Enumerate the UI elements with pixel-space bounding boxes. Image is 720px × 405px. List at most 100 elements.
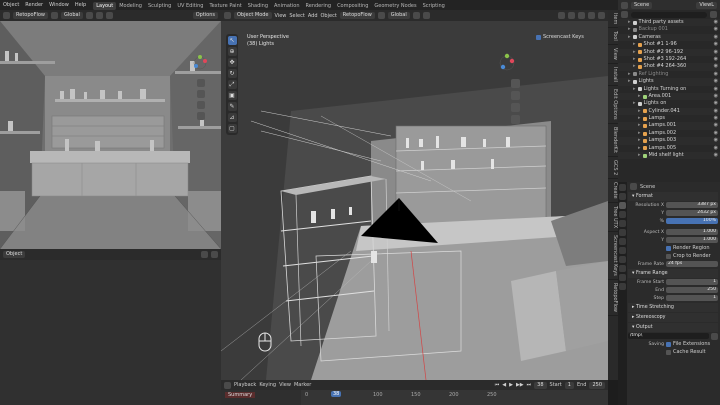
outliner-row[interactable]: ▸ Shot #4 264-360 ◉ bbox=[618, 63, 720, 71]
sidebar-tab-edit-options[interactable]: Edit Options bbox=[608, 86, 618, 124]
main-orientation-dropdown[interactable]: Global bbox=[387, 12, 410, 19]
expand-arrow-icon[interactable]: ▸ bbox=[633, 86, 636, 93]
tab-modeling[interactable]: Modeling bbox=[116, 2, 145, 10]
visibility-eye-icon[interactable]: ◉ bbox=[714, 63, 720, 70]
expand-arrow-icon[interactable]: ▸ bbox=[628, 78, 631, 85]
scene-props-icon[interactable] bbox=[619, 220, 626, 227]
transform-tool-icon[interactable]: ▣ bbox=[227, 91, 237, 100]
tab-uv-editing[interactable]: UV Editing bbox=[174, 2, 206, 10]
menu-render[interactable]: Render bbox=[22, 0, 46, 10]
sidebar-tab-retopoflow[interactable]: RetopoFlow bbox=[608, 280, 618, 316]
end-frame-field[interactable]: 250 bbox=[589, 381, 605, 389]
render-region-row[interactable]: Render Region bbox=[628, 244, 718, 252]
visibility-eye-icon[interactable]: ◉ bbox=[714, 34, 720, 41]
proportional-icon[interactable] bbox=[105, 12, 113, 19]
visibility-eye-icon[interactable]: ◉ bbox=[714, 100, 720, 107]
select-tool-icon[interactable]: ↖ bbox=[227, 36, 237, 45]
visibility-eye-icon[interactable]: ◉ bbox=[714, 122, 720, 129]
visibility-eye-icon[interactable]: ◉ bbox=[714, 115, 720, 122]
sidebar-tab-tool[interactable]: Tool bbox=[608, 28, 618, 46]
visibility-eye-icon[interactable]: ◉ bbox=[714, 130, 720, 137]
jump-end-icon[interactable]: ⏭ bbox=[527, 382, 532, 388]
checkbox-icon[interactable] bbox=[666, 341, 671, 347]
move-tool-icon[interactable]: ✥ bbox=[227, 58, 237, 67]
tab-animation[interactable]: Animation bbox=[271, 2, 303, 10]
timeline-ruler[interactable]: 0 38 100 150 200 250 bbox=[301, 390, 608, 405]
visibility-eye-icon[interactable]: ◉ bbox=[714, 26, 720, 33]
outliner-row[interactable]: ▸ Lamps.005 ◉ bbox=[618, 145, 720, 152]
frame-start-field[interactable]: 1 bbox=[666, 278, 718, 286]
expand-arrow-icon[interactable]: ▸ bbox=[633, 56, 636, 63]
tab-sculpting[interactable]: Sculpting bbox=[145, 2, 174, 10]
left-options-dropdown[interactable]: Options bbox=[192, 12, 218, 19]
expand-arrow-icon[interactable]: ▸ bbox=[633, 100, 636, 107]
expand-arrow-icon[interactable]: ▸ bbox=[628, 19, 631, 26]
frame-range-panel-header[interactable]: ▾ Frame Range bbox=[628, 269, 718, 278]
constraint-props-icon[interactable] bbox=[619, 274, 626, 281]
outliner-row[interactable]: ▸ Lamps ◉ bbox=[618, 115, 720, 122]
outliner-row[interactable]: ▸ Shot #3 192-264 ◉ bbox=[618, 56, 720, 63]
menu-object-3d[interactable]: Object bbox=[321, 13, 337, 19]
playhead-frame[interactable]: 38 bbox=[331, 391, 342, 397]
annotate-tool-icon[interactable]: ✎ bbox=[227, 102, 237, 111]
expand-arrow-icon[interactable]: ▸ bbox=[638, 122, 641, 129]
step-forward-icon[interactable]: ▶▶ bbox=[516, 382, 524, 388]
menu-add[interactable]: Add bbox=[308, 13, 318, 19]
cursor-icon[interactable] bbox=[3, 12, 10, 19]
menu-object[interactable]: Object bbox=[0, 0, 22, 10]
outliner-row[interactable]: ▸ Shot #1 1-96 ◉ bbox=[618, 41, 720, 48]
pivot-icon[interactable] bbox=[85, 12, 93, 19]
visibility-eye-icon[interactable]: ◉ bbox=[714, 19, 720, 26]
frame-step-field[interactable]: 1 bbox=[666, 294, 718, 302]
visibility-eye-icon[interactable]: ◉ bbox=[714, 41, 720, 48]
scene-selector[interactable]: Scene bbox=[631, 1, 653, 9]
left-layer-dropdown[interactable]: RetopoFlow bbox=[13, 12, 48, 19]
left-bottom-editor[interactable] bbox=[0, 260, 221, 405]
output-path-field[interactable]: /tmp\ bbox=[628, 332, 709, 340]
visibility-eye-icon[interactable]: ◉ bbox=[714, 137, 720, 144]
current-frame-field[interactable]: 38 bbox=[534, 381, 547, 389]
expand-arrow-icon[interactable]: ▸ bbox=[628, 71, 631, 78]
visibility-eye-icon[interactable]: ◉ bbox=[714, 71, 720, 78]
outliner-row[interactable]: ▸ Third party assets ◉ bbox=[618, 19, 720, 27]
outliner-row[interactable]: ▸ Cameras ◉ bbox=[618, 33, 720, 42]
visibility-eye-icon[interactable]: ◉ bbox=[714, 93, 720, 100]
filter-icon[interactable] bbox=[710, 11, 717, 18]
data-props-icon[interactable] bbox=[619, 283, 626, 290]
rotate-tool-icon[interactable]: ↻ bbox=[227, 69, 237, 78]
view-icon[interactable] bbox=[201, 251, 208, 258]
sidebar-tab-screencast[interactable]: Screencast Keys bbox=[608, 232, 618, 280]
step-back-icon[interactable]: ◀ bbox=[502, 382, 506, 388]
visibility-eye-icon[interactable]: ◉ bbox=[714, 145, 720, 152]
timeline-body[interactable]: Summary 0 38 100 150 200 250 bbox=[221, 390, 608, 405]
globe-icon[interactable] bbox=[51, 12, 58, 19]
proportional-icon[interactable] bbox=[422, 12, 430, 19]
menu-help[interactable]: Help bbox=[72, 0, 89, 10]
visibility-eye-icon[interactable]: ◉ bbox=[714, 108, 720, 115]
tab-layout[interactable]: Layout bbox=[93, 1, 117, 10]
visibility-eye-icon[interactable]: ◉ bbox=[714, 49, 720, 56]
tab-geometry-nodes[interactable]: Geometry Nodes bbox=[371, 2, 419, 10]
resolution-x-field[interactable]: 3387 px bbox=[666, 201, 718, 209]
outliner-row[interactable]: ▸ Lamps.002 ◉ bbox=[618, 130, 720, 137]
world-props-icon[interactable] bbox=[619, 229, 626, 236]
measure-tool-icon[interactable]: ⊿ bbox=[227, 113, 237, 122]
visibility-icon[interactable] bbox=[558, 12, 565, 19]
sidebar-tab-install[interactable]: Install bbox=[608, 64, 618, 87]
outliner-row[interactable]: ▸ Shot #2 96-192 ◉ bbox=[618, 48, 720, 56]
outliner-row[interactable]: ▸ Lights Turning on ◉ bbox=[618, 86, 720, 93]
left-viewport-render[interactable] bbox=[0, 21, 221, 249]
outliner-row[interactable]: ▸ Backup 001 ◉ bbox=[618, 26, 720, 33]
sidebar-tab-view[interactable]: View bbox=[608, 45, 618, 64]
modifier-props-icon[interactable] bbox=[619, 256, 626, 263]
editor-type-icon[interactable] bbox=[224, 381, 231, 389]
expand-arrow-icon[interactable]: ▸ bbox=[638, 93, 641, 100]
checkbox-icon[interactable] bbox=[666, 253, 671, 259]
expand-arrow-icon[interactable]: ▸ bbox=[638, 145, 641, 152]
tool-props-icon[interactable] bbox=[619, 184, 626, 191]
sidebar-tab-item[interactable]: Item bbox=[608, 10, 618, 29]
outliner-row[interactable]: ▸ Area.001 ◉ bbox=[618, 92, 720, 101]
tab-scripting[interactable]: Scripting bbox=[420, 2, 448, 10]
overlay-icon[interactable] bbox=[211, 251, 218, 258]
screencast-keys-toggle[interactable]: Screencast Keys bbox=[536, 34, 584, 40]
